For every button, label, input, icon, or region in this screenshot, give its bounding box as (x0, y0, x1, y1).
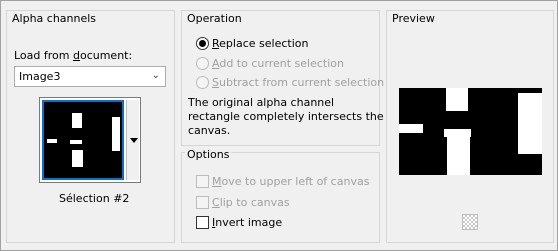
chevron-down-icon: ⌄ (151, 70, 160, 81)
alpha-channels-title: Alpha channels (10, 12, 99, 25)
alpha-channel-thumbnail-picker[interactable] (39, 97, 141, 183)
document-select-value: Image3 (19, 70, 61, 83)
move-to-upper-left-label[interactable]: Move to upper left of canvas (212, 175, 369, 188)
operation-message-line2: rectangle completely intersects the (188, 110, 384, 123)
alpha-channel-thumbnail (42, 100, 124, 180)
checkerboard-icon[interactable] (462, 214, 478, 230)
add-to-selection-label[interactable]: Add to current selection (212, 57, 344, 70)
subtract-from-selection-label[interactable]: Subtract from current selection (212, 76, 384, 89)
operation-message-line3: canvas. (188, 124, 231, 137)
load-from-alpha-channel-dialog: Alpha channels Load from document: Image… (0, 0, 558, 251)
triangle-down-icon (130, 138, 138, 143)
thumbnail-dropdown-button[interactable] (126, 100, 139, 180)
replace-selection-radio[interactable] (196, 37, 209, 50)
operation-title: Operation (185, 12, 244, 25)
preview-title: Preview (390, 12, 437, 25)
add-to-selection-radio[interactable] (196, 57, 209, 70)
load-from-document-label: Load from document: (14, 49, 133, 62)
operation-message-line1: The original alpha channel (188, 96, 335, 109)
document-select[interactable]: Image3 ⌄ (14, 66, 166, 87)
clip-to-canvas-label[interactable]: Clip to canvas (212, 196, 290, 209)
preview-image (399, 88, 542, 175)
invert-image-label[interactable]: Invert image (212, 216, 282, 229)
subtract-from-selection-radio[interactable] (196, 76, 209, 89)
options-title: Options (185, 148, 232, 161)
invert-image-checkbox[interactable] (196, 216, 209, 229)
replace-selection-label[interactable]: Replace selection (212, 37, 308, 50)
move-to-upper-left-checkbox[interactable] (196, 175, 209, 188)
selection-name: Sélection #2 (59, 192, 130, 205)
clip-to-canvas-checkbox[interactable] (196, 196, 209, 209)
